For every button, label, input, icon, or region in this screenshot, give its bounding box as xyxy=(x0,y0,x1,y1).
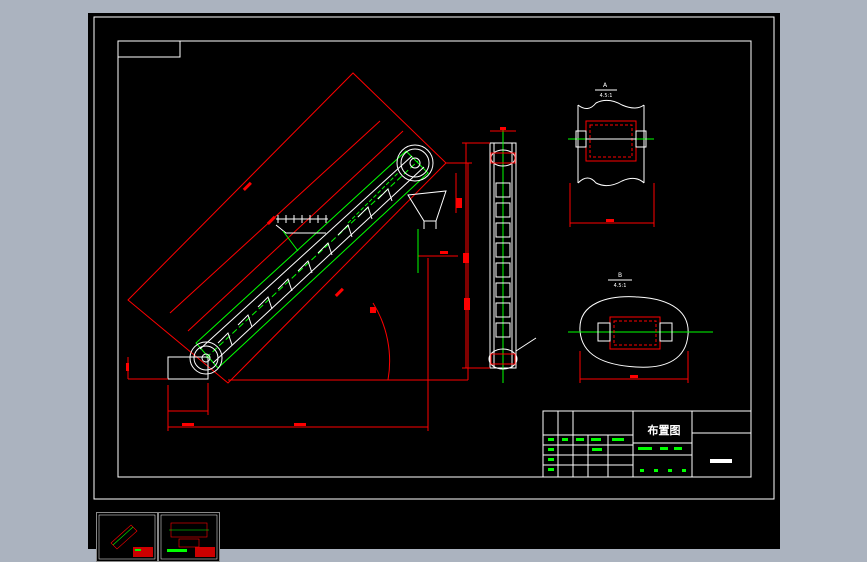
title-block xyxy=(542,410,752,478)
drawing-title: 布置图 xyxy=(648,423,681,437)
bucket-detail-callout xyxy=(275,215,328,234)
conveyor-inner-line-2 xyxy=(212,166,425,364)
view-a-label: A xyxy=(603,82,608,89)
angle-arc xyxy=(372,302,391,381)
drawing-frame xyxy=(117,40,752,478)
view-a-scale: 4.5:1 xyxy=(600,93,613,99)
main-elevation xyxy=(126,72,472,431)
dim-diagonal-inner xyxy=(187,130,404,332)
layout-tab-1[interactable] xyxy=(96,512,158,562)
detail-view-a: A 4.5:1 xyxy=(568,82,655,227)
view-b-label: B xyxy=(618,272,622,279)
side-elevation xyxy=(462,127,537,383)
head-pulley xyxy=(400,148,430,178)
drawing-number-box xyxy=(117,40,181,58)
layout-thumbnail-1 xyxy=(98,514,156,560)
layout-thumbnail-2 xyxy=(160,514,218,560)
cad-drawing: A 4.5:1 B 4.5:1 布置图 xyxy=(93,16,775,500)
school-name-mark xyxy=(710,459,732,463)
conveyor-inner-line xyxy=(199,155,413,350)
detail-view-b: B 4.5:1 xyxy=(568,272,713,383)
view-b-scale: 4.5:1 xyxy=(614,283,627,289)
model-viewport[interactable]: A 4.5:1 B 4.5:1 布置图 xyxy=(88,13,780,562)
buckets xyxy=(217,188,393,346)
foundation xyxy=(167,356,209,380)
envelope-outline xyxy=(127,72,447,384)
layout-tab-2[interactable] xyxy=(158,512,220,562)
